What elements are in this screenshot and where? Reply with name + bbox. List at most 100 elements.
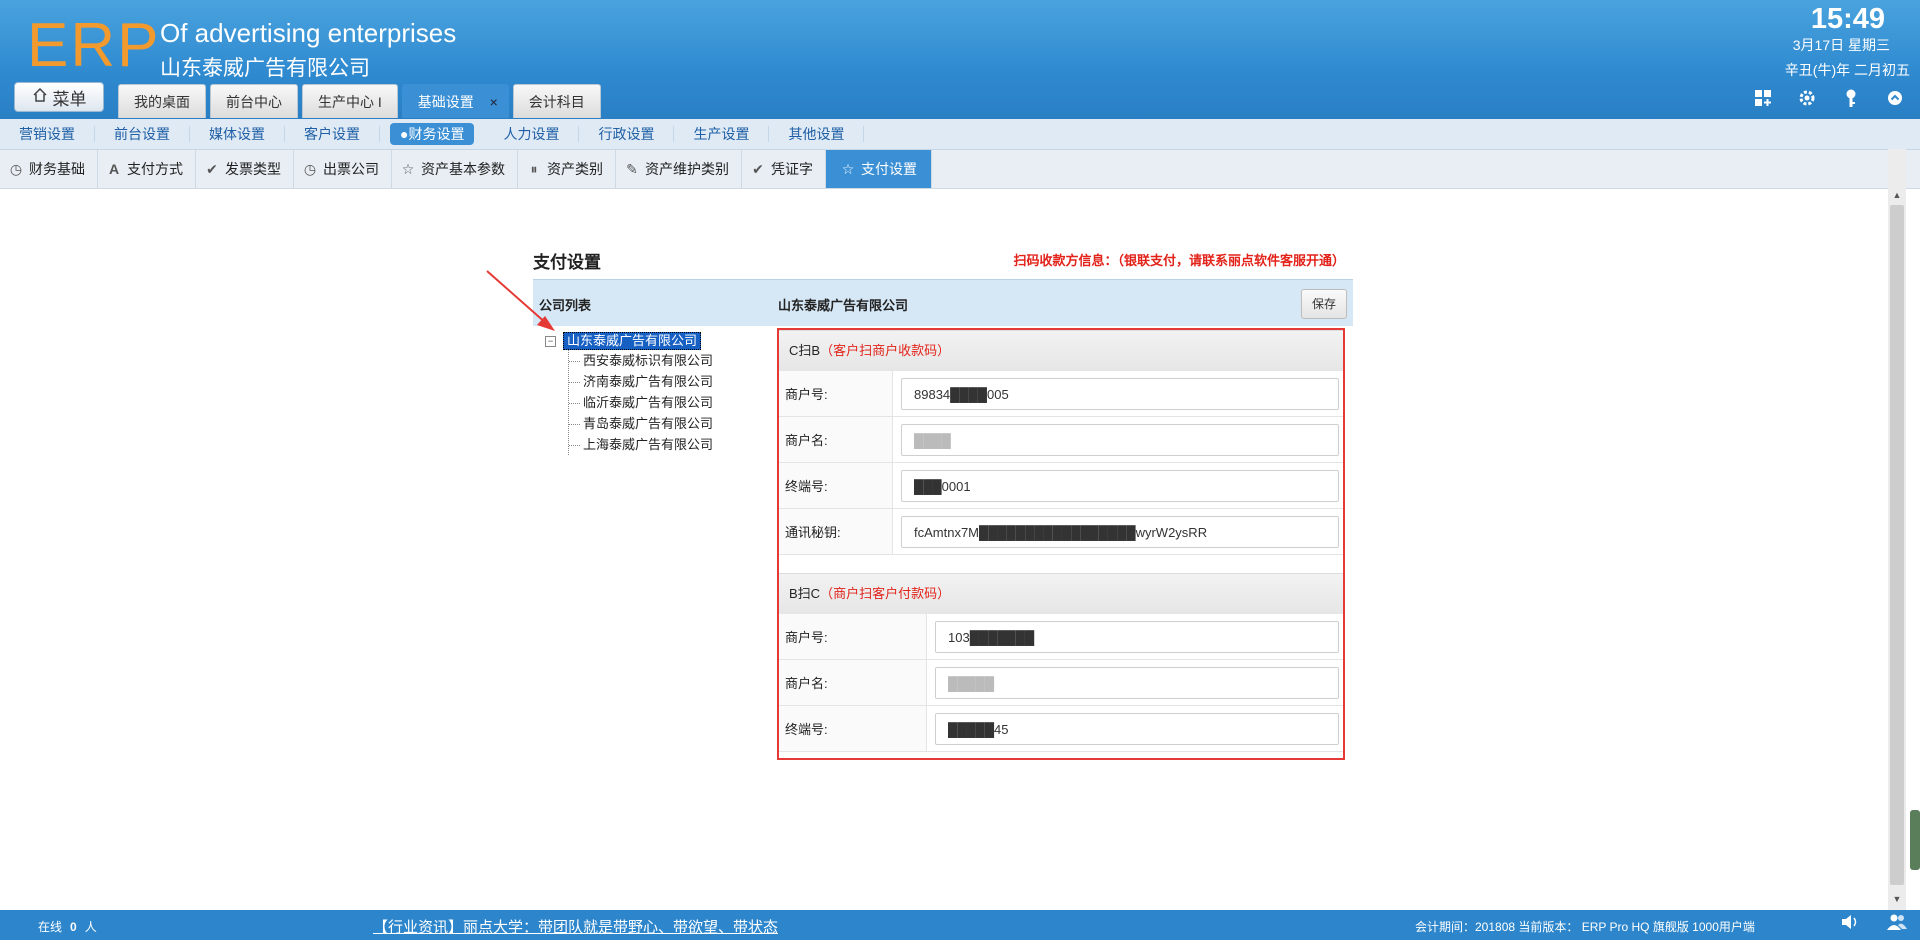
check-icon: ✔ [206, 160, 218, 177]
c2b-section-header: C扫B（客户扫商户收款码） [779, 330, 1343, 371]
star-icon: ☆ [841, 160, 855, 177]
save-button[interactable]: 保存 [1301, 289, 1347, 319]
tree-node-selected[interactable]: 山东泰威广告有限公司 [563, 332, 702, 350]
c2b-secret-input[interactable]: fcAmtnx7M█████████████████wyrW2ysRR [901, 515, 1339, 548]
tree-node[interactable]: 青岛泰威广告有限公司 [568, 413, 713, 434]
tool-asset-parameters[interactable]: ☆ 资产基本参数 [392, 150, 518, 188]
tab-label: 会计科目 [528, 94, 585, 110]
c2b-merchant-name-input[interactable]: ████ [901, 423, 1339, 456]
collapse-toggle-icon[interactable]: − [545, 335, 556, 347]
tree-node[interactable]: 西安泰威标识有限公司 [568, 350, 713, 371]
tool-payment-methods[interactable]: A 支付方式 [98, 150, 196, 188]
subnav-finance-settings[interactable]: ●财务设置 [390, 123, 475, 145]
tab-production-center[interactable]: 生产中心 I [302, 84, 398, 118]
side-panel-handle[interactable] [1910, 810, 1920, 870]
tool-label: 出票公司 [323, 161, 379, 177]
tool-invoicing-company[interactable]: ◷ 出票公司 [294, 150, 392, 188]
subnav-front-settings[interactable]: 前台设置 [95, 126, 190, 142]
key-icon[interactable] [1840, 88, 1862, 110]
tool-label: 财务基础 [29, 161, 85, 177]
tool-asset-maintenance[interactable]: ✎ 资产维护类别 [616, 150, 742, 188]
scrollbar-thumb[interactable] [1890, 205, 1904, 885]
check-icon: ✔ [752, 160, 764, 177]
c2b-merchant-name-row: 商户名: ████ [779, 417, 1343, 463]
b2c-section-header: B扫C（商户扫客户付款码） [779, 573, 1343, 614]
payment-notice: 扫码收款方信息：（银联支付，请联系丽点软件客服开通） [1013, 253, 1345, 268]
star-icon: ☆ [401, 160, 415, 177]
b2c-merchant-no-input[interactable]: 103███████ [935, 620, 1339, 653]
tree-node[interactable]: 济南泰威广告有限公司 [568, 371, 713, 392]
section-subtitle: （客户扫商户收款码） [820, 343, 951, 358]
company-tree: − 山东泰威广告有限公司 西安泰威标识有限公司 济南泰威广告有限公司 临沂泰威广… [545, 332, 713, 455]
tool-payment-settings[interactable]: ☆ 支付设置 [826, 150, 932, 188]
main-tab-bar: 我的桌面 前台中心 生产中心 I 基础设置 × 会计科目 [118, 84, 601, 118]
subnav-media-settings[interactable]: 媒体设置 [190, 126, 285, 142]
annotation-arrow-icon [486, 270, 555, 331]
tree-node[interactable]: 上海泰威广告有限公司 [568, 434, 713, 455]
subnav-marketing-settings[interactable]: 营销设置 [0, 126, 95, 142]
menu-button[interactable]: 菜单 [14, 82, 104, 112]
scroll-up-icon[interactable]: ▲ [1891, 189, 1903, 201]
selected-company-heading: 山东泰威广告有限公司 [778, 298, 909, 313]
tab-label: 基础设置 [417, 94, 474, 110]
subnav-hr-settings[interactable]: 人力设置 [484, 126, 580, 142]
b2c-terminal-no-input[interactable]: █████45 [935, 712, 1339, 745]
tab-front-center[interactable]: 前台中心 [210, 84, 298, 118]
gear-icon[interactable] [1796, 88, 1818, 110]
payment-settings-form: C扫B（客户扫商户收款码） 商户号: 89834████005 商户名: ███… [777, 328, 1345, 760]
company-name-cn: 山东泰威广告有限公司 [160, 57, 370, 80]
tab-my-desktop[interactable]: 我的桌面 [118, 84, 206, 118]
subnav-other-settings[interactable]: 其他设置 [769, 126, 865, 142]
speaker-icon[interactable] [1840, 913, 1860, 936]
tool-label: 凭证字 [771, 161, 813, 177]
c2b-terminal-no-input[interactable]: ███0001 [901, 469, 1339, 502]
tool-finance-basics[interactable]: ◷ 财务基础 [0, 150, 98, 188]
field-label: 商户号: [779, 614, 927, 659]
header-toolbar [1752, 88, 1906, 110]
subnav-customer-settings[interactable]: 客户设置 [285, 126, 380, 142]
b2c-merchant-name-row: 商户名: █████ [779, 660, 1343, 706]
field-label: 终端号: [779, 463, 893, 508]
c2b-merchant-no-input[interactable]: 89834████005 [901, 377, 1339, 410]
tree-node[interactable]: 临沂泰威广告有限公司 [568, 392, 713, 413]
field-label: 商户名: [779, 417, 893, 462]
dashboard-icon[interactable] [1752, 88, 1774, 110]
tool-invoice-types[interactable]: ✔ 发票类型 [196, 150, 294, 188]
scroll-down-icon[interactable]: ▼ [1891, 893, 1903, 905]
lunar-date: 辛丑(牛)年 二月初五 [1784, 62, 1910, 78]
online-number: 0 [70, 920, 77, 934]
users-icon[interactable] [1886, 913, 1908, 936]
news-ticker-link[interactable]: 【行业资讯】丽点大学：带团队就是带野心、带欲望、带状态 [373, 916, 778, 937]
letter-a-icon: A [108, 161, 120, 177]
tab-label: 前台中心 [226, 94, 282, 110]
tab-accounting-subjects[interactable]: 会计科目 [512, 84, 601, 118]
field-label: 商户号: [779, 371, 893, 416]
subnav-admin-settings[interactable]: 行政设置 [579, 126, 675, 142]
clock-icon: ◷ [9, 160, 23, 177]
clock-time: 15:49 [1810, 3, 1885, 35]
subnav-production-settings[interactable]: 生产设置 [674, 126, 770, 142]
b2c-merchant-name-input[interactable]: █████ [935, 666, 1339, 699]
online-unit: 人 [84, 920, 97, 934]
version-info: 会计期间：201808 当前版本： ERP Pro HQ 旗舰版 1000用户端 [1415, 920, 1755, 934]
pause-icon: ⏸ [530, 160, 538, 177]
online-label: 在线 [38, 920, 63, 934]
tool-label: 发票类型 [225, 161, 281, 177]
list-header-bar: 公司列表 山东泰威广告有限公司 保存 [533, 279, 1353, 326]
logout-icon[interactable] [1884, 88, 1906, 110]
tool-asset-categories[interactable]: ⏸ 资产类别 [518, 150, 616, 188]
section-title: B扫C [789, 586, 821, 601]
close-icon[interactable]: × [490, 85, 498, 119]
pencil-icon: ✎ [626, 160, 638, 177]
tab-basic-settings[interactable]: 基础设置 × [401, 84, 509, 119]
tree-root: − 山东泰威广告有限公司 [545, 332, 713, 350]
b2c-merchant-no-row: 商户号: 103███████ [779, 614, 1343, 660]
tree-children: 西安泰威标识有限公司 济南泰威广告有限公司 临沂泰威广告有限公司 青岛泰威广告有… [568, 350, 713, 455]
home-icon [32, 87, 48, 108]
tool-voucher-words[interactable]: ✔ 凭证字 [742, 150, 826, 188]
online-count: 在线 0 人 [38, 918, 97, 935]
tab-label: 我的桌面 [134, 94, 190, 110]
erp-logo: ERP [27, 11, 161, 80]
section-title: C扫B [789, 343, 821, 358]
